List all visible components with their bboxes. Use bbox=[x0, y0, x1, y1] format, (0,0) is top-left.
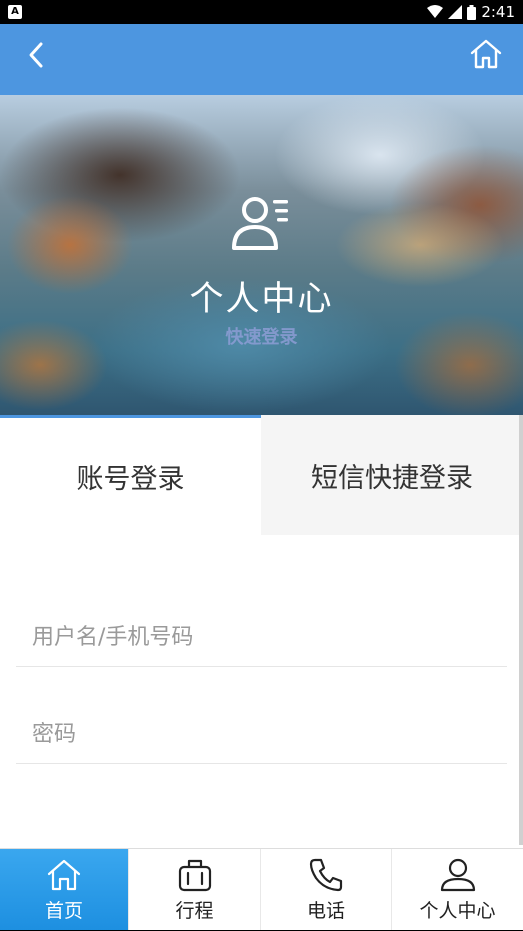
bottom-nav-home[interactable]: 首页 bbox=[0, 849, 129, 931]
login-tabs: 账号登录 短信快捷登录 bbox=[0, 415, 523, 535]
username-input[interactable] bbox=[32, 607, 492, 667]
bottom-nav-phone-label: 电话 bbox=[306, 900, 345, 922]
battery-icon bbox=[467, 4, 477, 20]
person-icon bbox=[440, 858, 475, 892]
bottom-nav-profile-label: 个人中心 bbox=[419, 900, 496, 922]
suitcase-icon bbox=[178, 859, 211, 892]
notification-icon: A bbox=[8, 5, 22, 19]
password-field-row bbox=[16, 704, 507, 764]
hero-title: 个人中心 bbox=[189, 279, 334, 319]
wifi-icon bbox=[427, 5, 444, 18]
username-field-row bbox=[16, 607, 507, 667]
bottom-nav-trips-label: 行程 bbox=[175, 900, 214, 922]
home-icon bbox=[47, 859, 81, 891]
password-input[interactable] bbox=[32, 704, 492, 764]
status-bar: A 2:41 bbox=[0, 0, 523, 24]
signal-icon bbox=[448, 5, 463, 19]
bottom-nav-home-label: 首页 bbox=[44, 900, 83, 922]
scrollbar[interactable] bbox=[519, 415, 523, 845]
top-nav-bar bbox=[0, 24, 523, 95]
hero-subtitle: 快速登录 bbox=[225, 327, 298, 348]
hero-banner: 个人中心 快速登录 bbox=[0, 95, 523, 415]
status-time: 2:41 bbox=[481, 3, 515, 21]
tab-account-login[interactable]: 账号登录 bbox=[0, 415, 261, 535]
bottom-nav-trips[interactable]: 行程 bbox=[129, 849, 261, 931]
login-screen: 个人中心 快速登录 账号登录 短信快捷登录 首页 行程 bbox=[0, 24, 523, 931]
user-profile-icon bbox=[232, 197, 288, 250]
phone-icon bbox=[309, 858, 343, 892]
chevron-left-icon[interactable] bbox=[22, 40, 52, 70]
bottom-nav-profile[interactable]: 个人中心 bbox=[392, 849, 523, 931]
home-icon[interactable] bbox=[469, 37, 503, 71]
bottom-nav-phone[interactable]: 电话 bbox=[261, 849, 392, 931]
tab-sms-login[interactable]: 短信快捷登录 bbox=[261, 415, 523, 535]
bottom-nav: 首页 行程 电话 个人中心 bbox=[0, 848, 523, 931]
